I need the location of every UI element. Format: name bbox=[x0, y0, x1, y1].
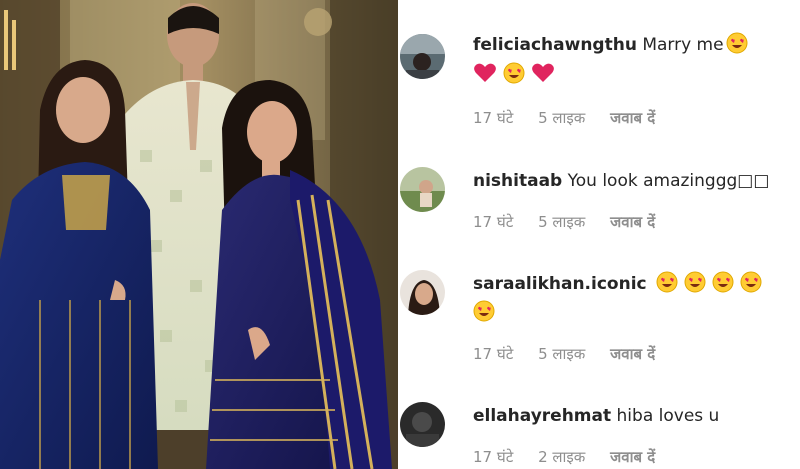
comment-likes[interactable]: 5 लाइक bbox=[538, 344, 585, 364]
reply-button[interactable]: जवाब दें bbox=[610, 108, 655, 128]
comment-text: nishitaab You look amazinggg□□ bbox=[473, 168, 792, 194]
avatar[interactable] bbox=[400, 270, 445, 315]
avatar[interactable] bbox=[400, 402, 445, 447]
comment-time: 17 घंटे bbox=[473, 213, 514, 231]
comment-body: hiba loves u bbox=[616, 406, 720, 426]
reply-button[interactable]: जवाब दें bbox=[610, 212, 655, 232]
heart-eyes-emoji-icon bbox=[503, 62, 525, 84]
comment-meta: 17 घंटे 2 लाइक जवाब दें bbox=[473, 447, 655, 467]
reply-button[interactable]: जवाब दें bbox=[610, 447, 655, 467]
emoji-line bbox=[473, 62, 792, 93]
comment-text: saraalikhan.iconic bbox=[473, 271, 792, 297]
comment-meta: 17 घंटे 5 लाइक जवाब दें bbox=[473, 212, 655, 232]
comment-username[interactable]: saraalikhan.iconic bbox=[473, 274, 647, 294]
comment-username[interactable]: nishitaab bbox=[473, 171, 562, 191]
heart-eyes-emoji-icon bbox=[656, 271, 678, 293]
heart-eyes-emoji-icon bbox=[473, 300, 495, 322]
comments-panel: feliciachawngthu Marry me 17 घंटे 5 लाइक… bbox=[398, 0, 800, 469]
comment-likes[interactable]: 5 लाइक bbox=[538, 212, 585, 232]
comment-username[interactable]: feliciachawngthu bbox=[473, 35, 637, 55]
red-heart-icon bbox=[473, 62, 497, 84]
comment-body: You look amazinggg□□ bbox=[567, 171, 770, 191]
avatar[interactable] bbox=[400, 34, 445, 79]
heart-eyes-emoji-icon bbox=[740, 271, 762, 293]
post-photo bbox=[0, 0, 398, 469]
avatar[interactable] bbox=[400, 167, 445, 212]
heart-eyes-emoji-icon bbox=[712, 271, 734, 293]
comment-likes[interactable]: 2 लाइक bbox=[538, 447, 585, 467]
comment-text: ellahayrehmat hiba loves u bbox=[473, 403, 792, 429]
comment-time: 17 घंटे bbox=[473, 448, 514, 466]
comment-text: feliciachawngthu Marry me bbox=[473, 32, 792, 58]
comment-meta: 17 घंटे 5 लाइक जवाब दें bbox=[473, 344, 655, 364]
red-heart-icon bbox=[531, 62, 555, 84]
comment-time: 17 घंटे bbox=[473, 345, 514, 363]
comment-likes[interactable]: 5 लाइक bbox=[538, 108, 585, 128]
heart-eyes-emoji-icon bbox=[684, 271, 706, 293]
comment-time: 17 घंटे bbox=[473, 109, 514, 127]
emoji-line bbox=[473, 300, 792, 331]
comment-username[interactable]: ellahayrehmat bbox=[473, 406, 611, 426]
reply-button[interactable]: जवाब दें bbox=[610, 344, 655, 364]
comment-meta: 17 घंटे 5 लाइक जवाब दें bbox=[473, 108, 655, 128]
comment-body: Marry me bbox=[642, 35, 724, 55]
heart-eyes-emoji-icon bbox=[726, 32, 748, 54]
